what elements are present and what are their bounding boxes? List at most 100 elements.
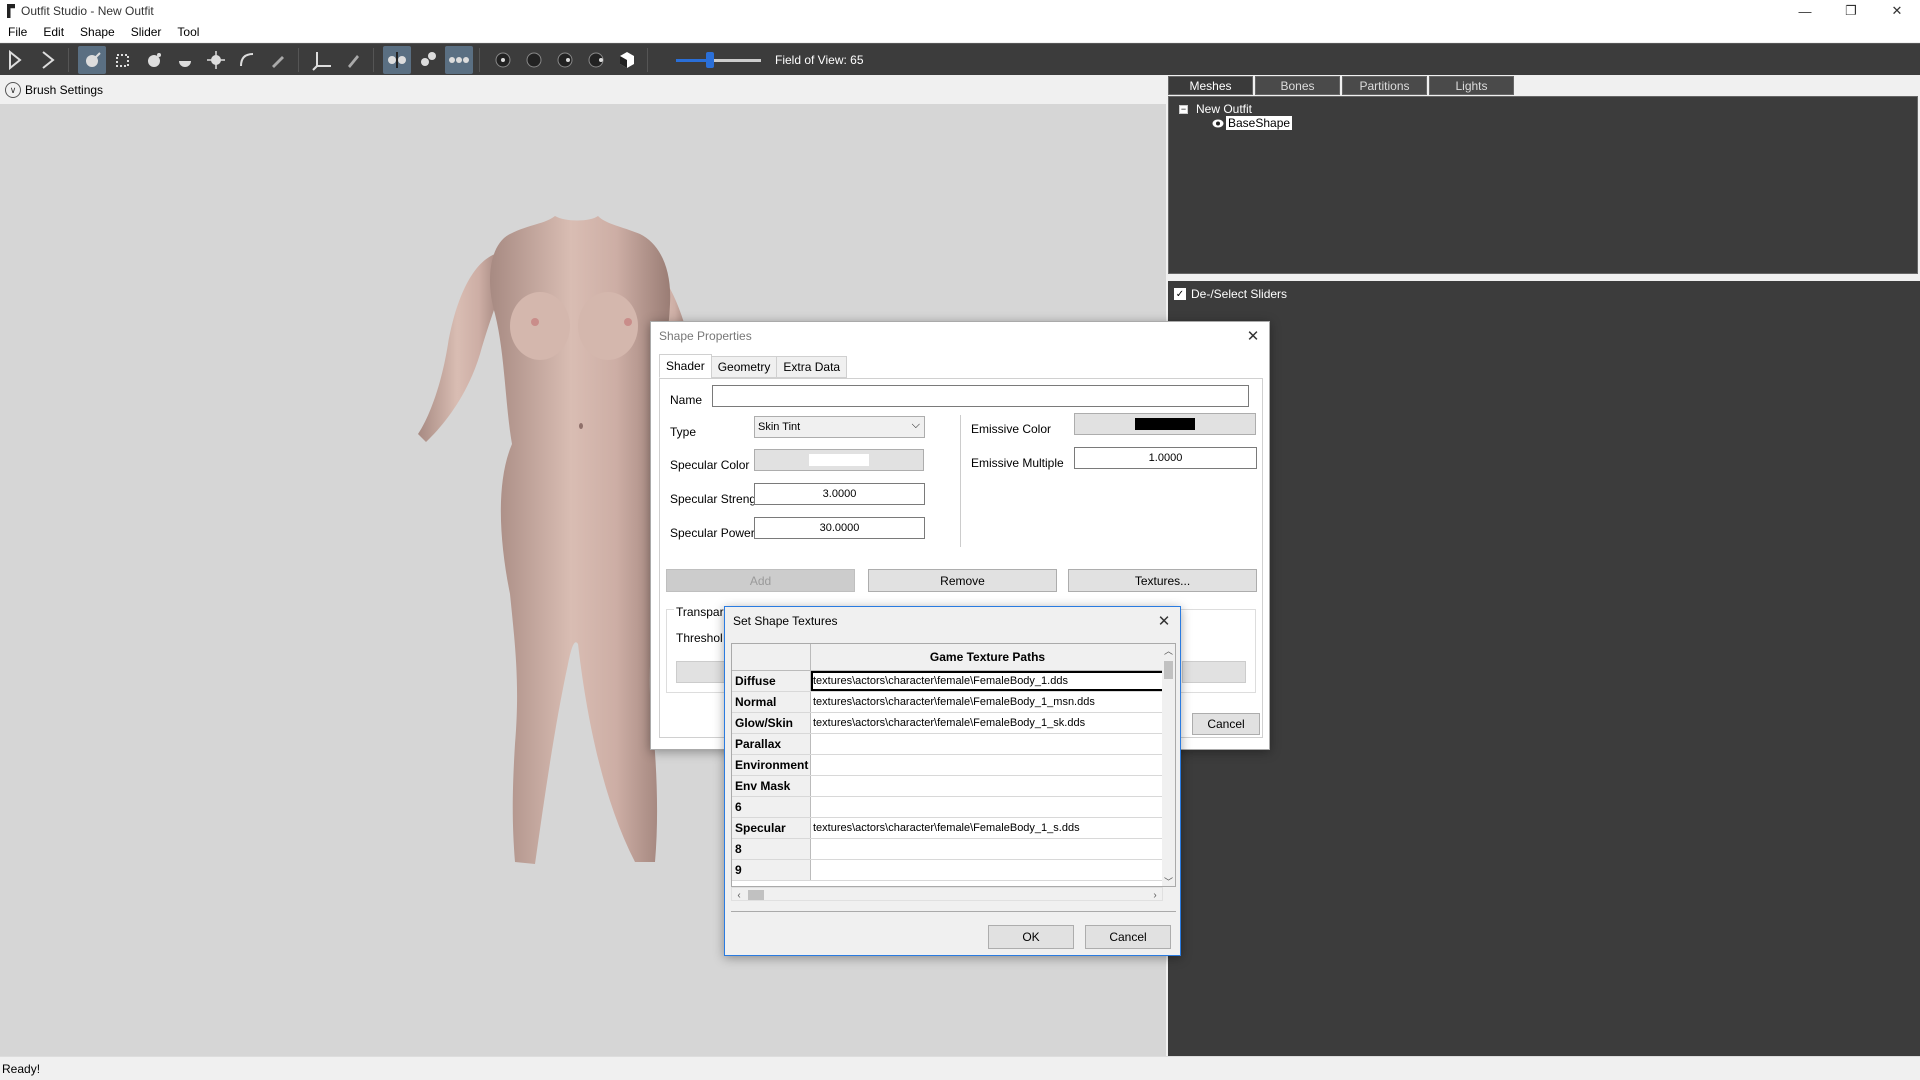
restore-icon[interactable]: ❐	[1828, 0, 1874, 22]
vertical-scrollbar[interactable]: ︿ ﹀	[1162, 644, 1175, 886]
global-brush-icon[interactable]	[445, 45, 473, 74]
tree-node-baseshape[interactable]: BaseShape	[1212, 116, 1293, 130]
specular-color-button[interactable]	[754, 449, 924, 471]
texture-path-cell[interactable]	[811, 797, 1164, 817]
ok-button[interactable]: OK	[988, 925, 1074, 949]
texture-path-cell[interactable]: textures\actors\character\female\FemaleB…	[811, 671, 1164, 691]
texture-path-cell[interactable]	[811, 755, 1164, 775]
fov-label: Field of View: 65	[775, 52, 864, 67]
axes-icon[interactable]	[308, 46, 336, 74]
anchor-tool-icon[interactable]	[34, 46, 62, 74]
name-label: Name	[670, 393, 703, 407]
dialog-title: Shape Properties	[659, 329, 752, 343]
standard-brush-icon[interactable]	[78, 45, 106, 74]
scroll-up-icon[interactable]: ︿	[1162, 644, 1175, 657]
emissive-multiple-input[interactable]: 1.0000	[1074, 447, 1257, 469]
menu-file[interactable]: File	[0, 25, 35, 39]
weight-brush-icon[interactable]	[264, 46, 292, 74]
tab-partitions[interactable]: Partitions	[1342, 76, 1427, 95]
texture-path-cell[interactable]	[811, 776, 1164, 796]
deflate-brush-icon[interactable]	[171, 46, 199, 74]
specular-power-input[interactable]: 30.0000	[754, 517, 925, 539]
select-sliders-checkbox[interactable]: ✓	[1174, 288, 1186, 300]
eye-icon[interactable]	[1212, 119, 1224, 128]
emissive-color-button[interactable]	[1074, 413, 1256, 435]
dialog-titlebar: Set Shape Textures ✕	[725, 607, 1180, 635]
type-select[interactable]: Skin Tint ⌵	[754, 416, 925, 438]
scroll-left-icon[interactable]: ‹	[732, 888, 746, 902]
menu-edit[interactable]: Edit	[35, 25, 72, 39]
pencil-icon[interactable]	[339, 46, 367, 74]
mask-brush-icon[interactable]	[109, 46, 137, 74]
texture-path-cell[interactable]	[811, 860, 1164, 880]
cube-view-icon[interactable]	[613, 46, 641, 74]
row-label: Glow/Skin	[732, 713, 811, 733]
texture-path-cell[interactable]: textures\actors\character\female\FemaleB…	[811, 692, 1164, 712]
specular-strength-input[interactable]: 3.0000	[754, 483, 925, 505]
mesh-tree[interactable]: − New Outfit BaseShape	[1168, 96, 1918, 274]
tree-root-label: New Outfit	[1196, 102, 1253, 116]
texture-path-cell[interactable]	[811, 734, 1164, 754]
tab-lights[interactable]: Lights	[1429, 76, 1514, 95]
scroll-down-icon[interactable]: ﹀	[1162, 875, 1175, 886]
add-button[interactable]: Add	[666, 569, 855, 592]
remove-button[interactable]: Remove	[868, 569, 1057, 592]
x-mirror-icon[interactable]	[383, 45, 411, 74]
emissive-color-label: Emissive Color	[971, 422, 1052, 436]
horizontal-scroll-thumb[interactable]	[748, 890, 764, 900]
tab-geometry[interactable]: Geometry	[710, 356, 778, 378]
brush-size-xlarge-icon[interactable]	[582, 46, 610, 74]
vertical-scroll-thumb[interactable]	[1164, 661, 1173, 679]
transform-tool-icon[interactable]	[3, 46, 31, 74]
close-icon[interactable]: ✕	[1154, 611, 1174, 631]
specular-strength-label: Specular Strength	[670, 492, 767, 506]
row-label: Env Mask	[732, 776, 811, 796]
fov-slider-thumb[interactable]	[706, 51, 714, 68]
cancel-button[interactable]: Cancel	[1085, 925, 1171, 949]
menu-tool[interactable]: Tool	[169, 25, 207, 39]
row-label: Environment	[732, 755, 811, 775]
texture-grid[interactable]: Game Texture Paths Diffuse textures\acto…	[731, 643, 1176, 887]
emissive-color-swatch	[1135, 418, 1195, 430]
texture-path-cell[interactable]: textures\actors\character\female\FemaleB…	[811, 818, 1164, 838]
transparency-control-right[interactable]	[1182, 661, 1246, 683]
scroll-right-icon[interactable]: ›	[1148, 888, 1162, 902]
collapse-icon[interactable]: −	[1179, 104, 1188, 114]
tab-meshes[interactable]: Meshes	[1168, 76, 1253, 95]
name-input[interactable]	[712, 385, 1249, 407]
connected-only-icon[interactable]	[414, 46, 442, 74]
table-row: 8	[732, 839, 1164, 860]
table-row: Environment	[732, 755, 1164, 776]
menu-shape[interactable]: Shape	[72, 25, 123, 39]
chevron-down-icon[interactable]: ∨	[5, 82, 21, 98]
brush-size-large-icon[interactable]	[551, 46, 579, 74]
table-row: Specular textures\actors\character\femal…	[732, 818, 1164, 839]
table-row: Env Mask	[732, 776, 1164, 797]
texture-path-cell[interactable]: textures\actors\character\female\FemaleB…	[811, 713, 1164, 733]
sliders-list[interactable]	[1168, 307, 1920, 1056]
close-icon[interactable]: ✕	[1243, 326, 1263, 346]
window-controls: — ❐ ✕	[1782, 0, 1920, 22]
tab-bones[interactable]: Bones	[1255, 76, 1340, 95]
toolbar-separator	[298, 47, 299, 72]
tree-node-root[interactable]: − New Outfit	[1179, 102, 1252, 116]
menu-slider[interactable]: Slider	[123, 25, 170, 39]
brush-size-small-icon[interactable]	[489, 46, 517, 74]
row-label: 9	[732, 860, 811, 880]
texture-path-cell[interactable]	[811, 839, 1164, 859]
brush-size-medium-icon[interactable]	[520, 46, 548, 74]
close-icon[interactable]: ✕	[1874, 0, 1920, 22]
smooth-brush-icon[interactable]	[233, 46, 261, 74]
brush-settings-bar[interactable]: ∨ Brush Settings	[0, 76, 1166, 104]
move-brush-icon[interactable]	[202, 46, 230, 74]
fov-slider[interactable]	[676, 50, 761, 70]
minimize-icon[interactable]: —	[1782, 0, 1828, 22]
tab-extra-data[interactable]: Extra Data	[776, 356, 848, 378]
sliders-header: ✓ De-/Select Sliders	[1168, 281, 1920, 307]
textures-button[interactable]: Textures...	[1068, 569, 1257, 592]
horizontal-scrollbar[interactable]: ‹ ›	[731, 887, 1163, 901]
cancel-button[interactable]: Cancel	[1192, 713, 1260, 735]
right-panel-tabs: Meshes Bones Partitions Lights	[1168, 76, 1516, 96]
inflate-brush-icon[interactable]	[140, 46, 168, 74]
tab-shader[interactable]: Shader	[659, 354, 712, 378]
